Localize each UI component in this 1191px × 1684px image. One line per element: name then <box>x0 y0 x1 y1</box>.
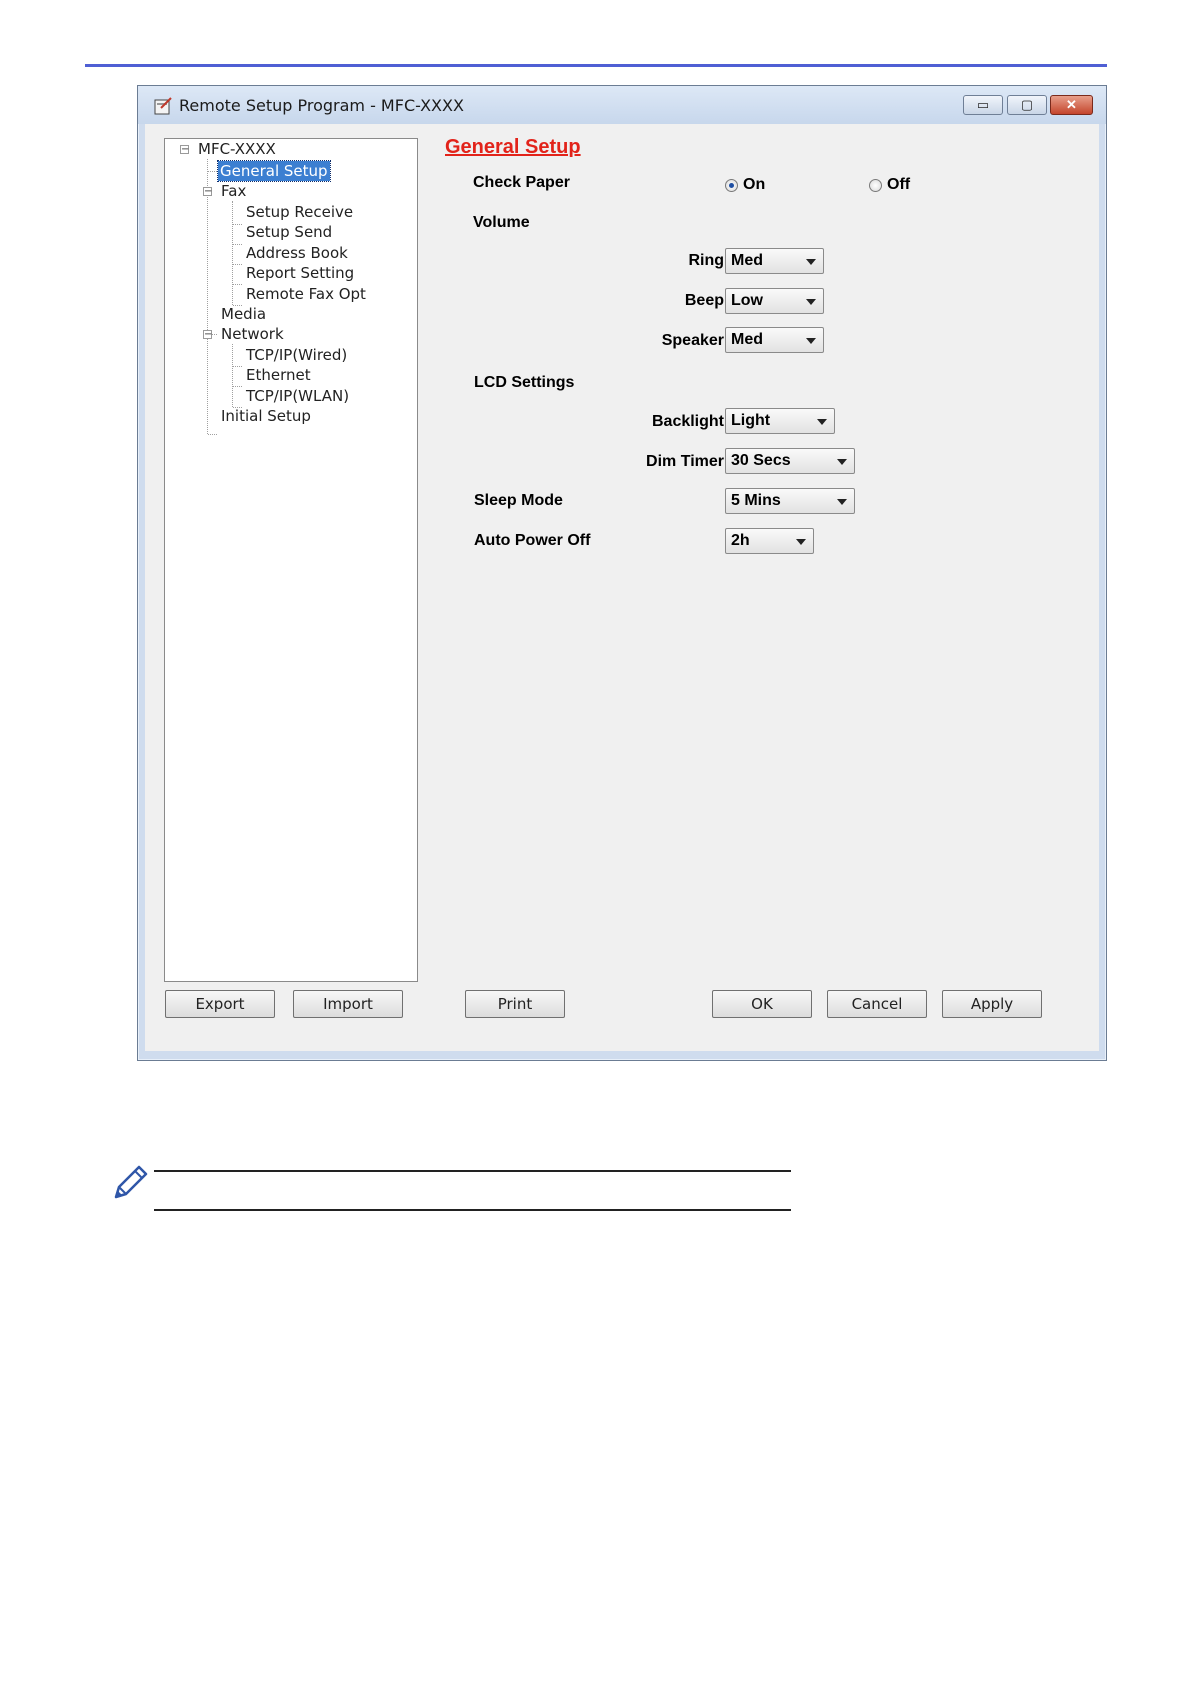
auto-power-off-label: Auto Power Off <box>474 532 591 549</box>
ring-label: Ring <box>688 252 724 269</box>
tree-item-setup-send[interactable]: Setup Send <box>244 222 334 242</box>
tree-connector <box>233 244 242 245</box>
check-paper-on-radio[interactable] <box>725 179 738 192</box>
tree-item-setup-receive[interactable]: Setup Receive <box>244 202 355 222</box>
chevron-down-icon <box>806 338 816 344</box>
tree-item-remote-fax-opt[interactable]: Remote Fax Opt <box>244 284 368 304</box>
collapse-icon[interactable]: − <box>203 187 212 197</box>
tree-connector <box>208 434 217 435</box>
speaker-select[interactable]: Med <box>725 327 824 353</box>
tree-item-address-book[interactable]: Address Book <box>244 243 350 263</box>
tree-item-tcpip-wlan[interactable]: TCP/IP(WLAN) <box>244 386 351 406</box>
sleep-mode-select[interactable]: 5 Mins <box>725 488 855 514</box>
ok-button[interactable]: OK <box>712 990 812 1018</box>
close-icon: ✕ <box>1066 97 1077 112</box>
chevron-down-icon <box>796 539 806 545</box>
collapse-icon[interactable]: − <box>203 330 212 340</box>
note-rule-bottom <box>154 1209 791 1211</box>
tree-connector <box>233 386 242 387</box>
tree-item-root[interactable]: MFC-XXXX <box>196 139 278 159</box>
window-title: Remote Setup Program - MFC-XXXX <box>179 96 464 115</box>
beep-label: Beep <box>684 292 724 309</box>
chevron-down-icon <box>837 459 847 465</box>
tree-connector <box>233 264 242 265</box>
title-bar[interactable]: Remote Setup Program - MFC-XXXX ▭ ▢ ✕ <box>138 86 1106 124</box>
volume-label: Volume <box>473 214 530 231</box>
auto-power-off-value: 2h <box>731 532 750 549</box>
speaker-value: Med <box>731 331 763 348</box>
check-paper-off-radio[interactable] <box>869 179 882 192</box>
tree-connector <box>233 224 242 225</box>
page-title: General Setup <box>445 136 581 158</box>
sleep-mode-value: 5 Mins <box>731 492 781 509</box>
backlight-label: Backlight <box>651 413 724 430</box>
beep-value: Low <box>731 292 763 309</box>
tree-connector <box>233 366 242 367</box>
maximize-button[interactable]: ▢ <box>1007 95 1047 115</box>
maximize-icon: ▢ <box>1020 97 1034 112</box>
client-area: − MFC-XXXX General Setup − Fax Setup Rec… <box>145 124 1099 1051</box>
speaker-label: Speaker <box>661 332 724 349</box>
apply-button[interactable]: Apply <box>942 990 1042 1018</box>
check-paper-off-label[interactable]: Off <box>887 176 910 194</box>
tree-item-network[interactable]: Network <box>219 324 286 344</box>
auto-power-off-select[interactable]: 2h <box>725 528 814 554</box>
sleep-mode-label: Sleep Mode <box>474 492 563 509</box>
tree-item-media[interactable]: Media <box>219 304 268 324</box>
minimize-icon: ▭ <box>976 97 990 112</box>
lcd-settings-label: LCD Settings <box>474 374 575 391</box>
dim-timer-select[interactable]: 30 Secs <box>725 448 855 474</box>
check-paper-on-label[interactable]: On <box>743 176 765 194</box>
tree-connector <box>233 284 242 285</box>
settings-tree[interactable]: − MFC-XXXX General Setup − Fax Setup Rec… <box>164 138 418 982</box>
tree-item-ethernet[interactable]: Ethernet <box>244 365 313 385</box>
chevron-down-icon <box>817 419 827 425</box>
print-button[interactable]: Print <box>465 990 565 1018</box>
ring-select[interactable]: Med <box>725 248 824 274</box>
ring-value: Med <box>731 252 763 269</box>
remote-setup-window: Remote Setup Program - MFC-XXXX ▭ ▢ ✕ − … <box>137 85 1107 1061</box>
export-button[interactable]: Export <box>165 990 275 1018</box>
pencil-icon <box>114 1165 148 1199</box>
tree-connector <box>207 159 208 434</box>
chevron-down-icon <box>806 299 816 305</box>
tree-item-report-setting[interactable]: Report Setting <box>244 263 356 283</box>
collapse-icon[interactable]: − <box>180 145 189 155</box>
page-top-rule <box>85 64 1107 67</box>
tree-connector <box>208 171 217 172</box>
check-paper-label: Check Paper <box>473 174 570 191</box>
app-icon <box>154 97 172 115</box>
close-button[interactable]: ✕ <box>1050 95 1093 115</box>
tree-connector <box>232 201 233 305</box>
beep-select[interactable]: Low <box>725 288 824 314</box>
import-button[interactable]: Import <box>293 990 403 1018</box>
tree-item-fax[interactable]: Fax <box>219 181 248 201</box>
chevron-down-icon <box>806 259 816 265</box>
backlight-value: Light <box>731 412 771 429</box>
cancel-button[interactable]: Cancel <box>827 990 927 1018</box>
tree-connector <box>232 344 233 407</box>
note-rule-top <box>154 1170 791 1172</box>
chevron-down-icon <box>837 499 847 505</box>
tree-item-general-setup[interactable]: General Setup <box>217 160 331 182</box>
dim-timer-value: 30 Secs <box>731 452 791 469</box>
tree-item-initial-setup[interactable]: Initial Setup <box>219 406 313 426</box>
minimize-button[interactable]: ▭ <box>963 95 1003 115</box>
tree-item-tcpip-wired[interactable]: TCP/IP(Wired) <box>244 345 349 365</box>
dim-timer-label: Dim Timer <box>646 453 724 470</box>
backlight-select[interactable]: Light <box>725 408 835 434</box>
